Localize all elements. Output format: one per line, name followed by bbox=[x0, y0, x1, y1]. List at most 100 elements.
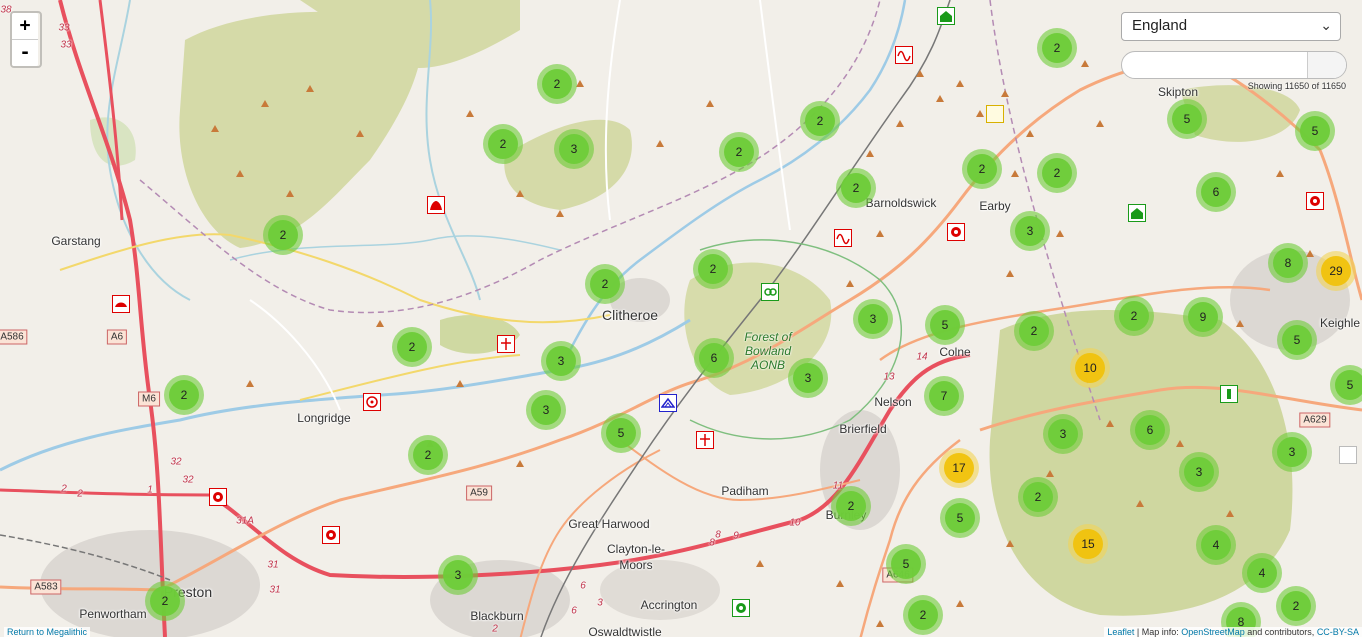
cluster-marker[interactable]: 2 bbox=[1114, 296, 1154, 336]
cluster-marker[interactable]: 6 bbox=[1196, 172, 1236, 212]
site-marker[interactable] bbox=[497, 335, 515, 353]
cluster-marker[interactable]: 2 bbox=[693, 249, 733, 289]
site-marker[interactable] bbox=[947, 223, 965, 241]
cluster-marker[interactable]: 3 bbox=[1272, 432, 1312, 472]
aonb-label-line: AONB bbox=[750, 358, 786, 372]
cluster-marker[interactable]: 6 bbox=[1130, 410, 1170, 450]
site-marker[interactable] bbox=[937, 7, 955, 25]
site-marker[interactable] bbox=[1306, 192, 1324, 210]
cluster-marker[interactable]: 2 bbox=[537, 64, 577, 104]
license-link[interactable]: CC-BY-SA bbox=[1317, 627, 1359, 637]
cluster-marker[interactable]: 3 bbox=[526, 390, 566, 430]
cluster-marker[interactable]: 2 bbox=[263, 215, 303, 255]
cluster-marker[interactable]: 5 bbox=[601, 413, 641, 453]
cluster-marker[interactable]: 17 bbox=[939, 448, 979, 488]
site-marker[interactable] bbox=[1339, 446, 1357, 464]
site-marker[interactable] bbox=[696, 431, 714, 449]
cluster-marker[interactable]: 7 bbox=[924, 376, 964, 416]
zoom-out-button[interactable]: - bbox=[12, 40, 38, 66]
stone-circle-icon bbox=[326, 530, 336, 540]
cluster-count: 3 bbox=[1277, 437, 1307, 467]
cluster-marker[interactable]: 5 bbox=[1330, 365, 1362, 405]
site-marker[interactable] bbox=[1220, 385, 1238, 403]
site-marker[interactable] bbox=[427, 196, 445, 214]
cluster-marker[interactable]: 9 bbox=[1183, 297, 1223, 337]
junction-number: 31 bbox=[267, 559, 279, 571]
site-marker[interactable] bbox=[322, 526, 340, 544]
cluster-marker[interactable]: 2 bbox=[1037, 28, 1077, 68]
cluster-count: 8 bbox=[1273, 248, 1303, 278]
site-marker[interactable] bbox=[986, 105, 1004, 123]
cluster-count: 2 bbox=[805, 106, 835, 136]
site-marker[interactable] bbox=[363, 393, 381, 411]
cluster-marker[interactable]: 2 bbox=[1276, 586, 1316, 626]
cluster-marker[interactable]: 2 bbox=[145, 581, 185, 621]
site-marker[interactable] bbox=[659, 394, 677, 412]
cluster-marker[interactable]: 2 bbox=[836, 168, 876, 208]
cluster-marker[interactable]: 8 bbox=[1268, 243, 1308, 283]
cluster-marker[interactable]: 2 bbox=[962, 149, 1002, 189]
site-filter-slider[interactable] bbox=[1121, 51, 1347, 79]
cluster-marker[interactable]: 2 bbox=[831, 486, 871, 526]
cluster-marker[interactable]: 5 bbox=[1295, 111, 1335, 151]
place-label: Longridge bbox=[297, 411, 351, 425]
cluster-marker[interactable]: 3 bbox=[1010, 211, 1050, 251]
cluster-marker[interactable]: 5 bbox=[940, 498, 980, 538]
site-marker[interactable] bbox=[834, 229, 852, 247]
cluster-marker[interactable]: 3 bbox=[541, 341, 581, 381]
cluster-marker[interactable]: 3 bbox=[788, 358, 828, 398]
cluster-marker[interactable]: 5 bbox=[925, 305, 965, 345]
cluster-marker[interactable]: 2 bbox=[408, 435, 448, 475]
cluster-marker[interactable]: 2 bbox=[1014, 311, 1054, 351]
site-marker[interactable] bbox=[112, 295, 130, 313]
junction-number: 6 bbox=[571, 605, 577, 617]
cluster-marker[interactable]: 2 bbox=[585, 264, 625, 304]
map-canvas[interactable]: Garstang Clitheroe Longridge Barnoldswic… bbox=[0, 0, 1362, 637]
site-marker[interactable] bbox=[732, 599, 750, 617]
cluster-marker[interactable]: 15 bbox=[1068, 524, 1108, 564]
cluster-marker[interactable]: 4 bbox=[1196, 525, 1236, 565]
site-marker[interactable] bbox=[761, 283, 779, 301]
cluster-marker[interactable]: 10 bbox=[1070, 348, 1110, 388]
cluster-count: 2 bbox=[724, 137, 754, 167]
return-link[interactable]: Return to Megalithic bbox=[4, 627, 91, 637]
site-marker[interactable] bbox=[209, 488, 227, 506]
holy-well-icon bbox=[736, 603, 746, 613]
cluster-marker[interactable]: 2 bbox=[392, 327, 432, 367]
cluster-marker[interactable]: 5 bbox=[886, 544, 926, 584]
cluster-marker[interactable]: 2 bbox=[164, 375, 204, 415]
cluster-count: 3 bbox=[1015, 216, 1045, 246]
cluster-marker[interactable]: 3 bbox=[1043, 414, 1083, 454]
cluster-marker[interactable]: 2 bbox=[719, 132, 759, 172]
cluster-count: 5 bbox=[606, 418, 636, 448]
cluster-marker[interactable]: 4 bbox=[1242, 553, 1282, 593]
cluster-marker[interactable]: 3 bbox=[853, 299, 893, 339]
zoom-in-button[interactable]: + bbox=[12, 13, 38, 40]
cluster-marker[interactable]: 3 bbox=[438, 555, 478, 595]
cluster-marker[interactable]: 5 bbox=[1277, 320, 1317, 360]
leaflet-link[interactable]: Leaflet bbox=[1107, 627, 1134, 637]
cluster-marker[interactable]: 2 bbox=[1018, 477, 1058, 517]
osm-link[interactable]: OpenStreetMap bbox=[1181, 627, 1245, 637]
site-marker[interactable] bbox=[895, 46, 913, 64]
cluster-marker[interactable]: 6 bbox=[694, 338, 734, 378]
place-label: Brierfield bbox=[839, 422, 887, 436]
cluster-count: 2 bbox=[488, 129, 518, 159]
region-select[interactable]: England ⌄ bbox=[1121, 12, 1341, 41]
cluster-marker[interactable]: 29 bbox=[1316, 251, 1356, 291]
slider-handle[interactable] bbox=[1307, 52, 1346, 78]
cluster-marker[interactable]: 2 bbox=[800, 101, 840, 141]
place-label: Colne bbox=[939, 345, 971, 359]
earthwork-icon bbox=[836, 233, 850, 245]
cluster-count: 2 bbox=[836, 491, 866, 521]
cluster-count: 5 bbox=[945, 503, 975, 533]
cluster-marker[interactable]: 2 bbox=[483, 124, 523, 164]
cluster-marker[interactable]: 2 bbox=[903, 595, 943, 635]
cluster-marker[interactable]: 2 bbox=[1037, 153, 1077, 193]
cluster-marker[interactable]: 3 bbox=[554, 129, 594, 169]
site-marker[interactable] bbox=[1128, 204, 1146, 222]
cluster-marker[interactable]: 5 bbox=[1167, 99, 1207, 139]
cluster-count: 3 bbox=[1048, 419, 1078, 449]
cluster-count: 2 bbox=[908, 600, 938, 630]
cluster-marker[interactable]: 3 bbox=[1179, 452, 1219, 492]
